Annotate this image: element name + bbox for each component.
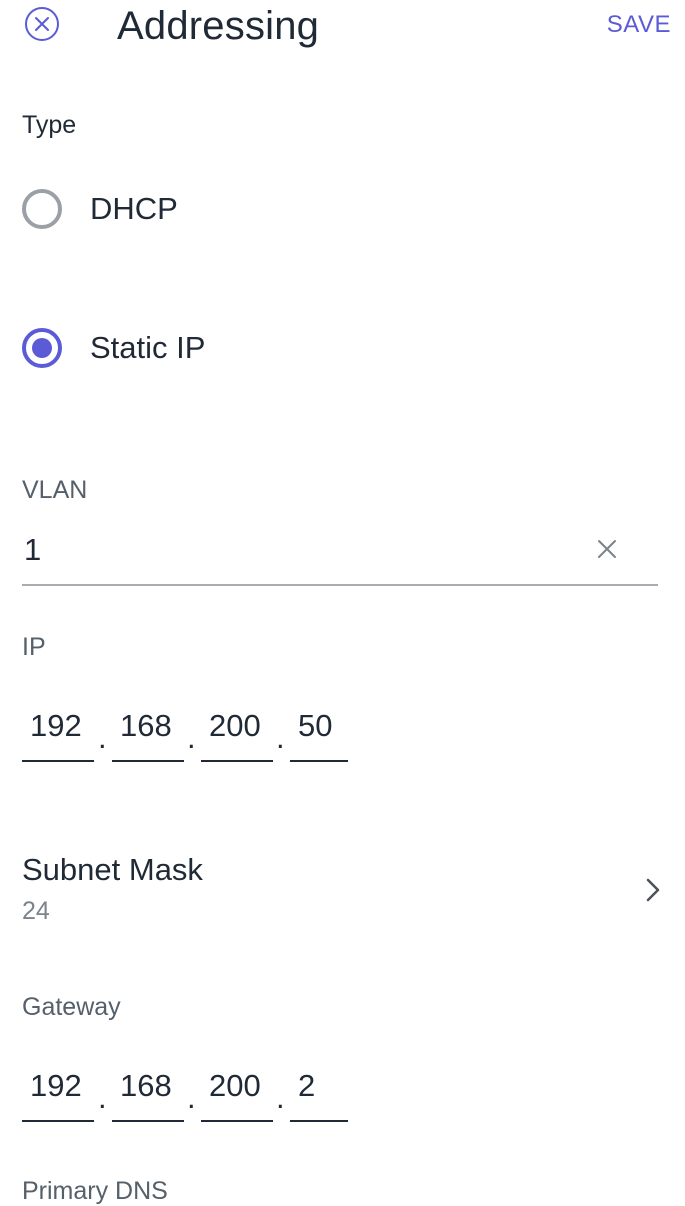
ip-octet-3-value: 200 (209, 708, 261, 743)
ip-separator: . (187, 720, 196, 755)
gateway-separator: . (98, 1080, 107, 1115)
gateway-separator: . (276, 1080, 285, 1115)
gateway-octet-3-value: 200 (209, 1068, 261, 1103)
gateway-octet-2[interactable]: 168 (112, 1058, 184, 1122)
ip-octets: 192 . 168 . 200 . 50 (22, 698, 422, 764)
chevron-right-icon (645, 876, 661, 904)
ip-octet-4[interactable]: 50 (290, 698, 348, 762)
gateway-octet-4[interactable]: 2 (290, 1058, 348, 1122)
close-button[interactable] (24, 6, 60, 42)
subnet-mask-row[interactable]: Subnet Mask 24 (0, 846, 685, 936)
gateway-octet-3[interactable]: 200 (201, 1058, 273, 1122)
ip-label: IP (22, 633, 46, 661)
radio-option-static-ip[interactable]: Static IP (22, 327, 205, 369)
gateway-octet-2-value: 168 (120, 1068, 172, 1103)
subnet-mask-label: Subnet Mask (22, 852, 203, 887)
header-bar: Addressing SAVE (0, 0, 685, 60)
vlan-label: VLAN (22, 476, 88, 504)
save-button[interactable]: SAVE (607, 10, 671, 40)
gateway-octet-1-value: 192 (30, 1068, 82, 1103)
ip-separator: . (98, 720, 107, 755)
ip-octet-2-value: 168 (120, 708, 172, 743)
gateway-octet-1[interactable]: 192 (22, 1058, 94, 1122)
clear-x-icon[interactable] (596, 538, 618, 560)
ip-octet-1-value: 192 (30, 708, 82, 743)
ip-octet-3[interactable]: 200 (201, 698, 273, 762)
primary-dns-label: Primary DNS (22, 1177, 168, 1205)
radio-option-dhcp[interactable]: DHCP (22, 188, 178, 230)
ip-separator: . (276, 720, 285, 755)
radio-label-dhcp: DHCP (90, 191, 178, 226)
vlan-value[interactable]: 1 (24, 532, 41, 568)
gateway-octet-4-value: 2 (298, 1068, 316, 1103)
page-title: Addressing (117, 4, 320, 48)
radio-button-unchecked[interactable] (22, 189, 62, 229)
subnet-mask-value: 24 (22, 897, 50, 925)
ip-octet-2[interactable]: 168 (112, 698, 184, 762)
ip-octet-1[interactable]: 192 (22, 698, 94, 762)
radio-button-checked[interactable] (22, 328, 62, 368)
close-circle-icon (25, 7, 59, 41)
gateway-separator: . (187, 1080, 196, 1115)
gateway-label: Gateway (22, 993, 121, 1021)
ip-octet-4-value: 50 (298, 708, 333, 743)
vlan-field[interactable]: 1 (22, 528, 658, 586)
type-label: Type (22, 111, 77, 139)
radio-label-static-ip: Static IP (90, 330, 206, 365)
gateway-octets: 192 . 168 . 200 . 2 (22, 1058, 422, 1124)
